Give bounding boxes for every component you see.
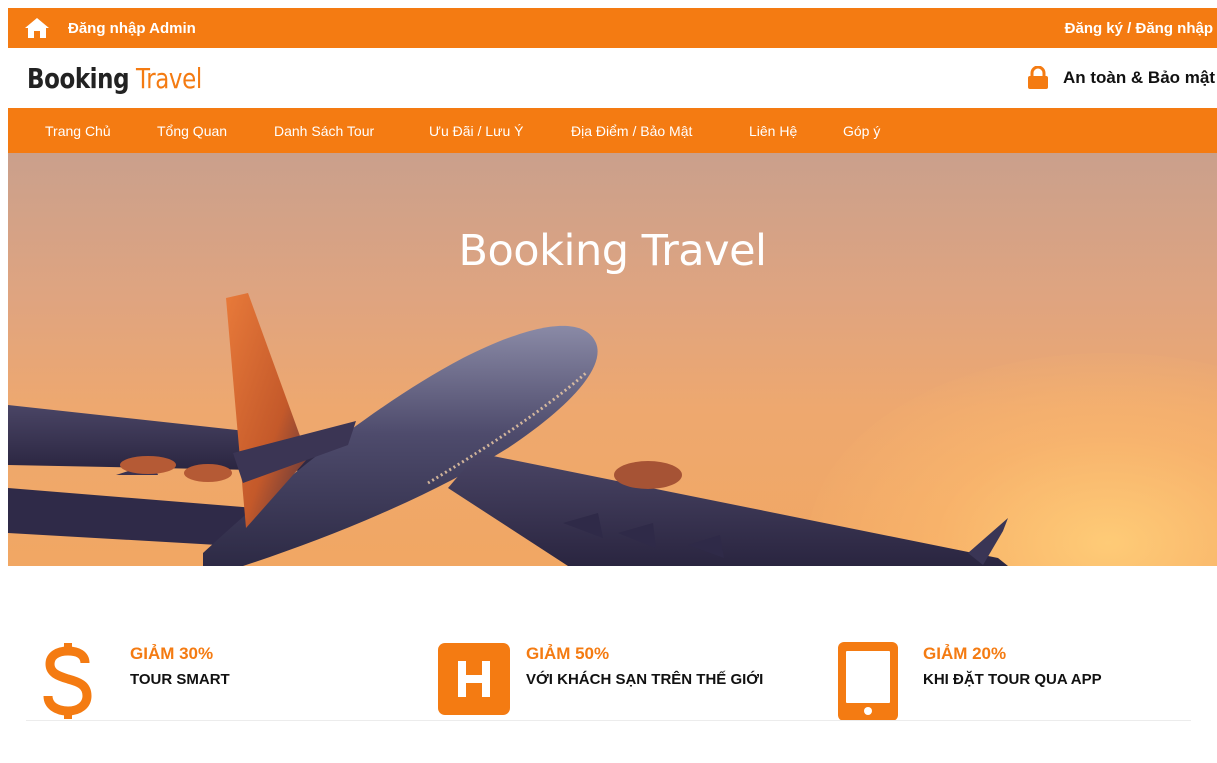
nav-item-locations[interactable]: Địa Điểm / Bảo Mật	[571, 123, 692, 139]
feature-title: GIẢM 50%	[526, 644, 610, 663]
logo-text-booking: Booking	[27, 61, 130, 95]
feature-item-app: GIẢM 20% KHI ĐẶT TOUR QUA APP	[838, 641, 1198, 721]
nav-item-offers[interactable]: Ưu Đãi / Lưu Ý	[429, 123, 523, 139]
feature-subtitle: VỚI KHÁCH SẠN TRÊN THẾ GIỚI	[526, 671, 764, 688]
hero-banner: Booking Travel	[8, 153, 1217, 566]
admin-login-link[interactable]: Đăng nhập Admin	[68, 20, 196, 37]
nav-item-overview[interactable]: Tổng Quan	[157, 123, 227, 139]
features-section: GIẢM 30% TOUR SMART GIẢM 50% VỚI KHÁCH S…	[8, 566, 1217, 763]
main-nav: Trang Chủ Tổng Quan Danh Sách Tour Ưu Đã…	[8, 108, 1217, 153]
feature-subtitle: KHI ĐẶT TOUR QUA APP	[923, 671, 1102, 688]
nav-item-tour-list[interactable]: Danh Sách Tour	[274, 123, 374, 139]
feature-title: GIẢM 20%	[923, 644, 1007, 663]
page: Đăng nhập Admin Đăng ký / Đăng nhập Book…	[0, 0, 1217, 763]
security-badge: An toàn & Bảo mật	[1027, 66, 1215, 90]
nav-item-contact[interactable]: Liên Hệ	[749, 123, 797, 139]
home-link[interactable]	[24, 17, 50, 39]
mobile-icon	[838, 642, 898, 721]
feature-title: GIẢM 30%	[130, 644, 214, 663]
security-text: An toàn & Bảo mật	[1062, 68, 1215, 87]
logo-text-travel: Travel	[135, 61, 202, 95]
nav-item-feedback[interactable]: Góp ý	[843, 123, 880, 139]
top-bar: Đăng nhập Admin Đăng ký / Đăng nhập	[8, 8, 1217, 48]
feature-item-hotel: GIẢM 50% VỚI KHÁCH SẠN TRÊN THẾ GIỚI	[438, 641, 798, 721]
hotel-icon	[438, 643, 510, 715]
register-login-link[interactable]: Đăng ký / Đăng nhập	[1065, 20, 1213, 37]
page-left-margin	[0, 0, 8, 763]
lock-icon	[1027, 66, 1048, 89]
hero-title: Booking Travel	[458, 226, 767, 276]
dollar-icon	[43, 643, 92, 719]
nav-item-home[interactable]: Trang Chủ	[45, 123, 111, 139]
section-divider	[26, 720, 1191, 721]
feature-subtitle: TOUR SMART	[130, 671, 230, 688]
airplane-illustration	[8, 293, 1008, 566]
brand-bar: Booking Travel An toàn & Bảo mật	[8, 48, 1217, 108]
site-logo[interactable]: Booking Travel	[27, 62, 202, 95]
feature-item-tour-smart: GIẢM 30% TOUR SMART	[38, 641, 388, 721]
home-icon	[25, 18, 49, 38]
